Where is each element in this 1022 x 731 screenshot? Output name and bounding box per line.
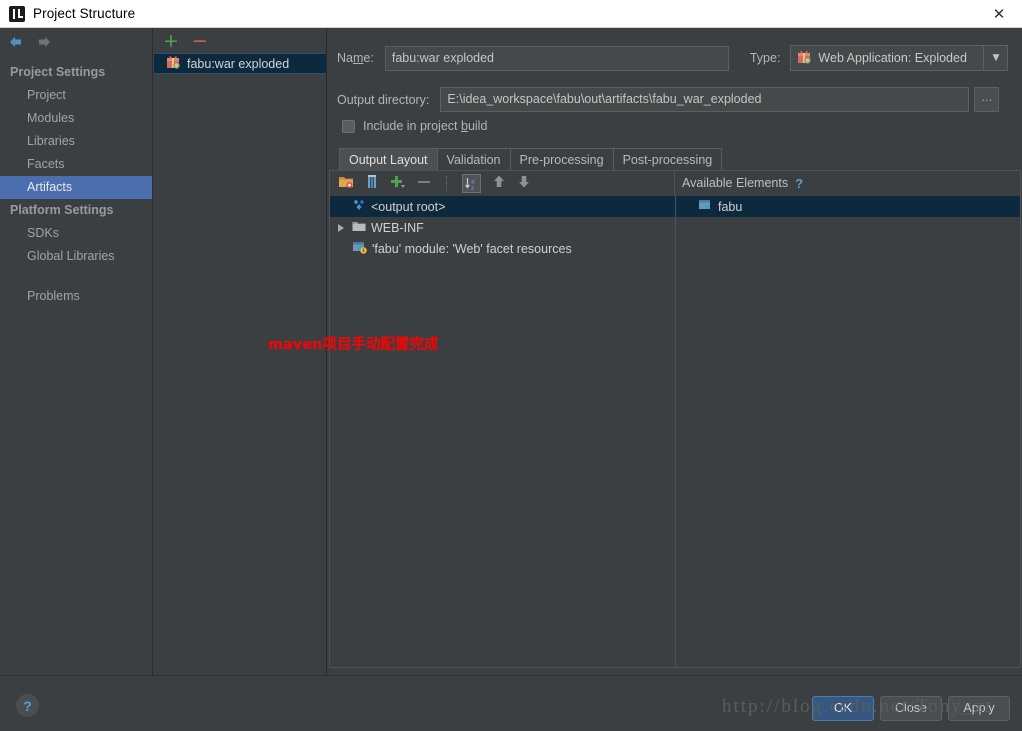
tree-row-label: WEB-INF [371, 220, 424, 235]
output-directory-input[interactable]: E:\idea_workspace\fabu\out\artifacts\fab… [440, 87, 970, 112]
chevron-down-icon[interactable]: ▼ [983, 46, 1007, 70]
artifact-list-item[interactable]: fabu:war exploded [154, 53, 326, 74]
project-structure-dialog: Project Structure ✕ Project Settings Pro… [0, 0, 1022, 731]
output-directory-row: Output directory: E:\idea_workspace\fabu… [337, 87, 1013, 112]
layout-panes: <output root> WEB-INF 'fabu' module: 'We… [329, 196, 1021, 668]
arrow-left-icon[interactable] [7, 34, 25, 50]
title-bar: Project Structure ✕ [0, 0, 1022, 28]
create-directory-icon[interactable] [338, 174, 354, 194]
include-in-build-row[interactable]: Include in project build [342, 119, 487, 133]
include-in-build-checkbox[interactable] [342, 119, 355, 133]
tab-post-processing[interactable]: Post-processing [612, 148, 723, 170]
tab-output-layout[interactable]: Output Layout [339, 148, 438, 170]
move-up-icon[interactable] [492, 174, 506, 194]
artifact-tabs: Output Layout Validation Pre-processing … [339, 148, 723, 170]
sidebar-item-modules[interactable]: Modules [0, 107, 152, 130]
artifacts-toolbar: + − [154, 28, 326, 53]
create-archive-icon[interactable] [365, 174, 379, 194]
question-icon[interactable]: ? [16, 694, 39, 717]
available-elements-header: Available Elements ? [674, 171, 1020, 195]
sidebar-group-project-settings: Project Settings [10, 65, 106, 79]
sidebar-list: Project Settings Project Modules Librari… [0, 56, 152, 308]
move-down-icon[interactable] [517, 174, 531, 194]
output-directory-label: Output directory: [337, 92, 430, 107]
output-layout-tree: <output root> WEB-INF 'fabu' module: 'We… [329, 196, 675, 668]
sidebar-item-problems[interactable]: Problems [0, 285, 152, 308]
navigation-arrows [0, 28, 152, 56]
sort-alphabetically-icon[interactable]: a z [462, 174, 481, 193]
available-element-label: fabu [718, 199, 743, 214]
question-icon[interactable]: ? [795, 176, 803, 191]
output-layout-toolbar: a z Available Elements ? [329, 170, 1021, 196]
browse-directory-button[interactable]: … [974, 87, 1000, 112]
arrow-right-icon [35, 34, 53, 50]
type-label: Type: [749, 51, 781, 65]
tree-row-label: <output root> [371, 199, 446, 214]
type-dropdown[interactable]: Web Application: Exploded ▼ [790, 45, 1009, 71]
name-input[interactable]: fabu:war exploded [384, 45, 729, 71]
add-copy-of-icon[interactable] [390, 174, 406, 194]
svg-text:z: z [471, 184, 474, 190]
output-root-icon [352, 198, 366, 215]
tree-row[interactable]: <output root> [330, 196, 675, 217]
type-value: Web Application: Exploded [818, 51, 967, 65]
sidebar-item-libraries[interactable]: Libraries [0, 130, 152, 153]
sidebar-item-sdks[interactable]: SDKs [0, 222, 152, 245]
sidebar-item-project[interactable]: Project [0, 84, 152, 107]
sidebar-group-platform-settings: Platform Settings [10, 203, 114, 217]
name-label: Name: [337, 51, 374, 65]
sidebar-item-facets[interactable]: Facets [0, 153, 152, 176]
include-in-build-label: Include in project build [363, 119, 488, 133]
chevron-right-icon[interactable] [334, 223, 347, 232]
available-elements-label: Available Elements [682, 176, 789, 190]
minus-icon[interactable]: − [192, 31, 208, 50]
close-icon[interactable]: ✕ [976, 0, 1022, 27]
toolbar-separator [446, 175, 447, 192]
artifact-icon [166, 55, 181, 72]
window-title: Project Structure [33, 6, 136, 21]
settings-sidebar: Project Settings Project Modules Librari… [0, 28, 153, 675]
tab-validation[interactable]: Validation [436, 148, 511, 170]
sidebar-item-global-libraries[interactable]: Global Libraries [0, 245, 152, 268]
folder-icon [352, 220, 366, 236]
watermark-text: http://blog.csdn.net/Tony_zt [722, 696, 992, 717]
module-icon [698, 198, 713, 215]
artifact-list-item-label: fabu:war exploded [187, 56, 290, 71]
name-row: Name: fabu:war exploded Type: Web Applic… [337, 45, 1013, 71]
sidebar-divider [0, 268, 152, 285]
tab-pre-processing[interactable]: Pre-processing [509, 148, 614, 170]
remove-icon [417, 174, 431, 194]
artifact-icon [797, 50, 812, 67]
plus-icon[interactable]: + [163, 31, 179, 50]
available-element-row[interactable]: fabu [676, 196, 1020, 217]
tree-row[interactable]: 'fabu' module: 'Web' facet resources [330, 238, 675, 259]
module-facet-icon [352, 240, 367, 257]
intellij-idea-icon [9, 5, 25, 22]
tree-row[interactable]: WEB-INF [330, 217, 675, 238]
sidebar-item-artifacts[interactable]: Artifacts [0, 176, 152, 199]
annotation-text: maven项目手动配置完成 [268, 337, 439, 353]
available-elements-tree: fabu [675, 196, 1021, 668]
tree-row-label: 'fabu' module: 'Web' facet resources [372, 241, 572, 256]
